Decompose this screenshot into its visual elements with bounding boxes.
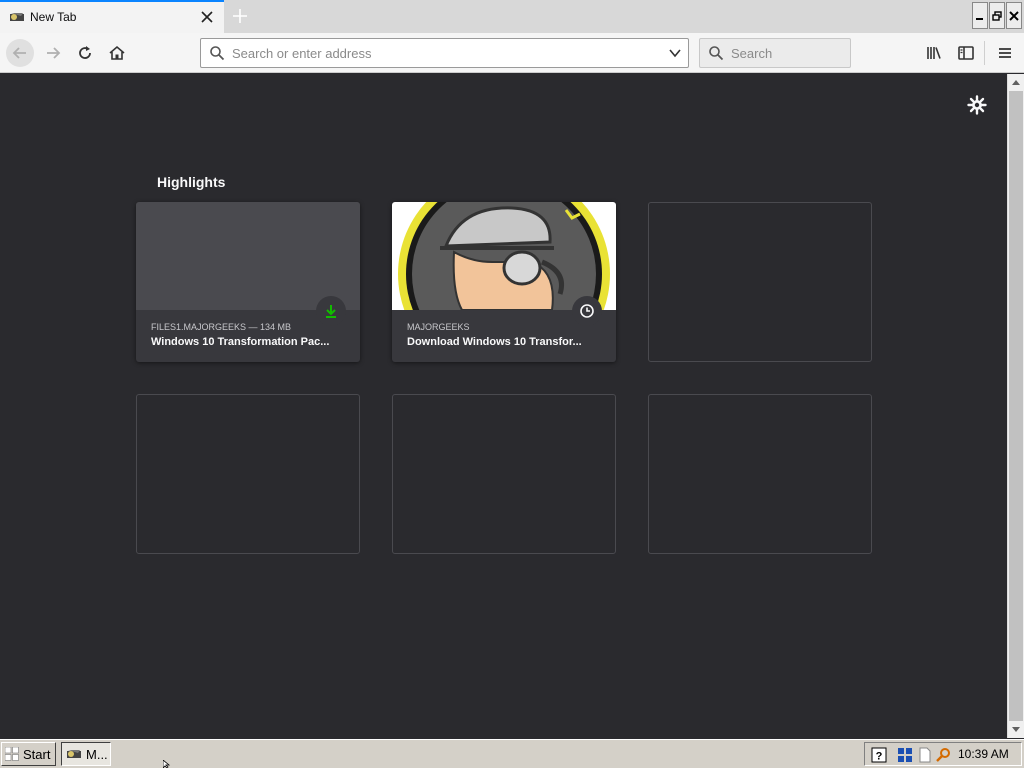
address-bar[interactable] xyxy=(200,38,689,68)
windows-grid-icon[interactable] xyxy=(897,747,913,763)
taskbar: Start M... ? 10:39 AM xyxy=(0,739,1024,768)
card-badge xyxy=(572,296,602,326)
scroll-down-arrow-icon xyxy=(1012,727,1020,732)
search-bar[interactable] xyxy=(699,38,851,68)
address-input[interactable] xyxy=(232,39,652,67)
card-thumbnail xyxy=(136,202,360,310)
svg-text:?: ? xyxy=(876,751,883,763)
help-icon[interactable]: ? xyxy=(871,747,887,763)
start-button[interactable]: Start xyxy=(1,742,56,766)
highlight-card[interactable]: MAJORGEEKS Download Windows 10 Transfor.… xyxy=(392,202,616,362)
navigation-toolbar xyxy=(0,33,1024,73)
clock-icon xyxy=(580,304,594,318)
back-button[interactable] xyxy=(6,39,34,67)
forward-arrow-icon xyxy=(47,47,61,59)
taskbar-item-label: M... xyxy=(86,746,108,762)
tab-title: New Tab xyxy=(30,10,77,24)
card-context: FILES1.MAJORGEEKS — 134 MB xyxy=(151,322,292,332)
majorgeeks-favicon-icon xyxy=(67,750,81,758)
tab-new-tab[interactable]: New Tab xyxy=(0,0,224,33)
restore-button[interactable] xyxy=(989,2,1005,29)
chevron-down-icon[interactable] xyxy=(668,47,682,59)
section-title-highlights: Highlights xyxy=(157,174,226,190)
download-icon xyxy=(326,305,336,318)
home-icon xyxy=(109,45,125,60)
minimize-icon xyxy=(976,17,983,20)
taskbar-item-browser[interactable]: M... xyxy=(61,742,111,766)
tab-strip: New Tab xyxy=(0,0,1024,33)
search-magnifier-icon[interactable] xyxy=(935,747,951,763)
gear-icon[interactable] xyxy=(966,94,988,116)
new-tab-icon[interactable] xyxy=(230,6,250,26)
toolbar-divider xyxy=(984,41,985,65)
empty-card-placeholder xyxy=(136,394,360,554)
reload-icon xyxy=(79,46,91,59)
new-tab-page: Highlights FILES1.MAJORGEEKS — 134 MB Wi… xyxy=(0,74,1007,738)
search-input[interactable] xyxy=(731,39,841,67)
search-icon xyxy=(210,46,225,61)
back-arrow-icon xyxy=(12,47,26,59)
majorgeeks-logo-image xyxy=(398,202,610,310)
highlight-card[interactable]: FILES1.MAJORGEEKS — 134 MB Windows 10 Tr… xyxy=(136,202,360,362)
hamburger-menu-icon xyxy=(999,48,1011,58)
close-tab-icon[interactable] xyxy=(198,8,216,26)
window-controls xyxy=(972,2,1022,29)
restore-icon xyxy=(992,10,1002,21)
empty-card-placeholder xyxy=(648,202,872,362)
sidebar-button[interactable] xyxy=(952,39,980,67)
close-window-icon xyxy=(1009,10,1019,21)
scroll-up-button[interactable] xyxy=(1008,74,1024,90)
card-thumbnail xyxy=(392,202,616,310)
card-title: Download Windows 10 Transfor... xyxy=(407,336,582,348)
scroll-thumb[interactable] xyxy=(1009,91,1023,721)
vertical-scrollbar[interactable] xyxy=(1007,74,1024,738)
empty-card-placeholder xyxy=(648,394,872,554)
system-tray: ? 10:39 AM xyxy=(864,742,1022,766)
card-badge xyxy=(316,296,346,326)
close-window-button[interactable] xyxy=(1006,2,1022,29)
minimize-button[interactable] xyxy=(972,2,988,29)
document-icon[interactable] xyxy=(917,747,933,763)
start-label: Start xyxy=(23,746,51,762)
card-title: Windows 10 Transformation Pac... xyxy=(151,336,330,348)
card-context: MAJORGEEKS xyxy=(407,322,470,332)
reload-button[interactable] xyxy=(71,39,99,67)
majorgeeks-favicon-icon xyxy=(10,13,24,21)
scroll-up-arrow-icon xyxy=(1012,80,1020,85)
clock: 10:39 AM xyxy=(958,747,1009,761)
forward-button[interactable] xyxy=(39,39,67,67)
library-icon xyxy=(927,47,941,59)
library-button[interactable] xyxy=(920,39,948,67)
home-button[interactable] xyxy=(103,39,131,67)
windows-logo-icon xyxy=(5,747,19,761)
scroll-down-button[interactable] xyxy=(1008,722,1024,738)
empty-card-placeholder xyxy=(392,394,616,554)
search-icon xyxy=(709,46,724,61)
menu-button[interactable] xyxy=(991,39,1019,67)
mouse-cursor-icon xyxy=(163,760,171,768)
sidebar-icon xyxy=(958,46,974,60)
